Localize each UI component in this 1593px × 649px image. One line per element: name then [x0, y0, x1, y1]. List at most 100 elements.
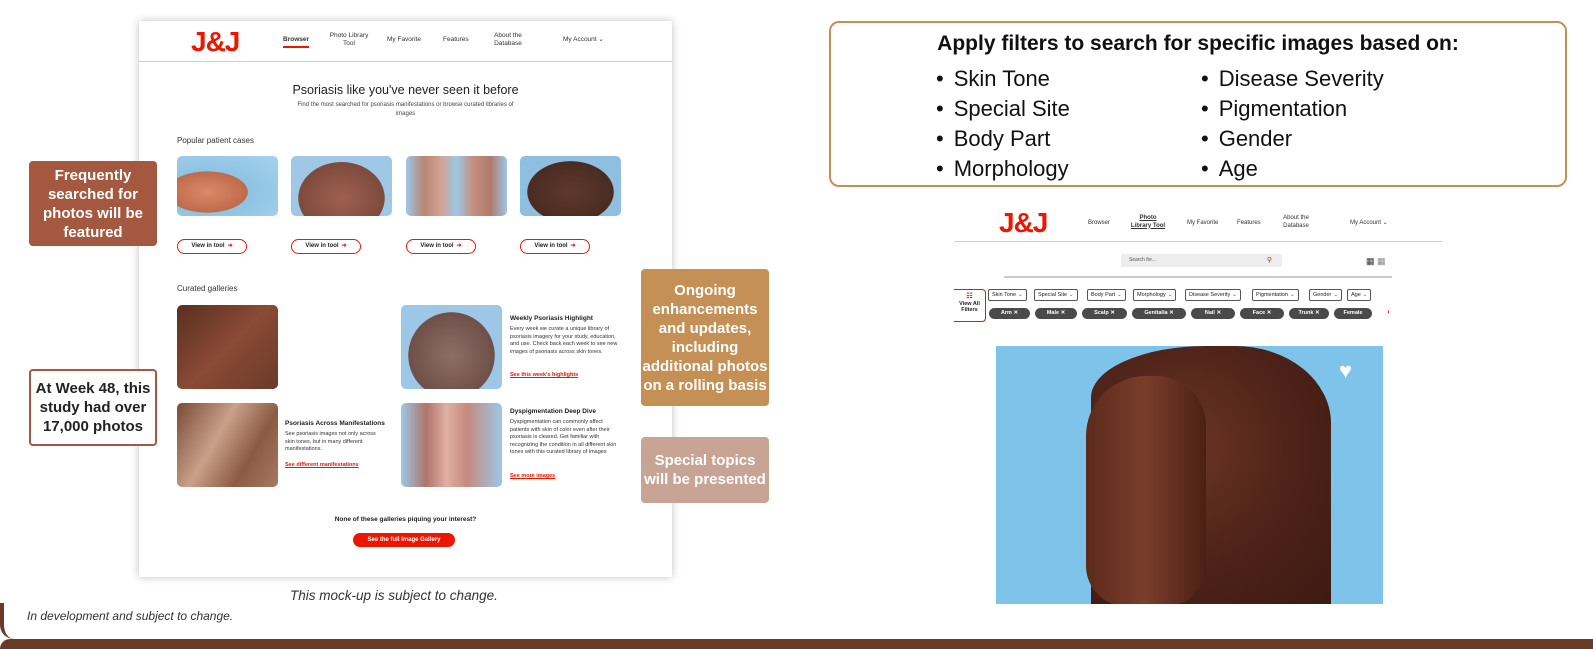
gallery-image-hand[interactable]	[177, 305, 278, 389]
active-filter-tag[interactable]: Face ✕	[1240, 308, 1284, 319]
tag-label: Male	[1046, 310, 1060, 316]
jnj-logo[interactable]: J&J	[191, 26, 240, 58]
filter-list-item: Skin Tone	[936, 64, 1070, 94]
view-in-tool-button[interactable]: View in tool ➔	[406, 239, 476, 254]
view-all-filters-button[interactable]: ☷ View All Filters	[954, 289, 986, 322]
gallery-image-leg[interactable]	[401, 403, 502, 487]
heart-icon[interactable]: ♥	[1339, 358, 1352, 384]
tag-label: Arm	[1000, 310, 1012, 316]
view-all-filters-label: View All Filters	[959, 300, 980, 314]
development-caption: In development and subject to change.	[27, 609, 234, 623]
close-icon[interactable]: ✕	[1217, 310, 1222, 316]
bottom-frame-border	[0, 603, 1593, 649]
top-nav: J&J Browser Photo Library Tool My Favori…	[139, 21, 672, 62]
close-icon[interactable]: ✕	[1169, 310, 1174, 316]
nav-features[interactable]: Features	[1237, 220, 1261, 228]
photo-library-mockup: J&J Browser Photo Library Tool My Favori…	[954, 205, 1442, 613]
dyspigmentation-link[interactable]: See more images	[510, 473, 555, 479]
view-in-tool-button[interactable]: View in tool ➔	[291, 239, 361, 254]
photo-subject-arm	[1086, 376, 1206, 604]
arrow-right-icon: ➔	[341, 243, 347, 249]
nav-my-favorite[interactable]: My Favorite	[1187, 220, 1218, 228]
homepage-mockup: J&J Browser Photo Library Tool My Favori…	[139, 21, 672, 577]
chevron-down-icon: ⌄	[1290, 292, 1295, 298]
filter-dropdown-disease-severity[interactable]: Disease Severity ⌄	[1185, 289, 1241, 301]
chevron-down-icon: ⌄	[1232, 292, 1237, 298]
filter-list-item: Body Part	[936, 124, 1070, 154]
tag-label: Genitalia	[1144, 310, 1168, 316]
patient-photo[interactable]: ♥	[996, 346, 1383, 604]
active-filter-tag[interactable]: Female	[1334, 308, 1372, 319]
nav-features[interactable]: Features	[443, 36, 469, 44]
active-filter-tag[interactable]: Arm ✕	[989, 308, 1030, 319]
weekly-highlight-title: Weekly Psoriasis Highlight	[510, 315, 593, 322]
filter-label: Pigmentation	[1256, 292, 1289, 298]
popular-case-image[interactable]	[177, 156, 278, 216]
filter-label: Disease Severity	[1189, 292, 1231, 298]
nav-photo-library-tool[interactable]: Photo Library Tool	[329, 32, 369, 48]
active-filter-tag[interactable]: Male ✕	[1035, 308, 1077, 319]
filter-dropdown-special-site[interactable]: Special Site ⌄	[1034, 289, 1078, 301]
manifestations-link[interactable]: See different manifestations	[285, 462, 359, 468]
nav-photo-library-tool[interactable]: Photo Library Tool	[1130, 215, 1166, 230]
close-icon[interactable]: ✕	[1267, 310, 1272, 316]
active-filter-tag[interactable]: Trunk ✕	[1289, 308, 1329, 319]
filter-label: Body Part	[1091, 292, 1116, 298]
filter-dropdown-age[interactable]: Age ⌄	[1347, 289, 1372, 301]
active-filter-tag[interactable]: Nail ✕	[1191, 308, 1235, 319]
dyspigmentation-title: Dyspigmentation Deep Dive	[510, 408, 596, 415]
close-icon[interactable]: ✕	[1061, 310, 1066, 316]
nav-browser[interactable]: Browser	[1088, 220, 1110, 228]
popular-case-image[interactable]	[406, 156, 507, 216]
filter-label: Skin Tone	[992, 292, 1017, 298]
filter-label: Age	[1351, 292, 1361, 298]
arrow-right-icon: ➔	[456, 243, 462, 249]
chevron-down-icon: ⌄	[1167, 292, 1173, 298]
search-input[interactable]: Search for... ⚲	[1121, 254, 1282, 267]
filters-info-title: Apply filters to search for specific ima…	[937, 32, 1459, 55]
search-icon[interactable]: ⚲	[1267, 254, 1272, 267]
active-filter-tag[interactable]: Genitalia ✕	[1132, 308, 1186, 319]
none-interest-text: None of these galleries piquing your int…	[334, 516, 477, 523]
close-icon[interactable]: ✕	[1110, 310, 1115, 316]
filter-dropdown-body-part[interactable]: Body Part ⌄	[1087, 289, 1126, 301]
view-in-tool-button[interactable]: View in tool ➔	[177, 239, 247, 254]
filter-dropdown-skin-tone[interactable]: Skin Tone ⌄	[988, 289, 1027, 301]
popular-heading: Popular patient cases	[177, 136, 254, 145]
filter-dropdown-pigmentation[interactable]: Pigmentation ⌄	[1252, 289, 1299, 301]
full-gallery-button[interactable]: See the full Image Gallery	[353, 533, 455, 547]
hero-title: Psoriasis like you've never seen it befo…	[292, 83, 519, 97]
chevron-down-icon: ⌄	[1117, 292, 1122, 298]
nav-my-favorite[interactable]: My Favorite	[387, 36, 421, 44]
close-icon[interactable]: ✕	[1315, 310, 1320, 316]
chevron-down-icon: ⌄	[1069, 292, 1074, 298]
nav-my-account[interactable]: My Account ⌄	[1350, 220, 1388, 228]
filter-dropdown-gender[interactable]: Gender ⌄	[1309, 289, 1342, 301]
close-icon[interactable]: ✕	[1013, 310, 1018, 316]
gallery-image-manifestations[interactable]	[177, 403, 278, 487]
nav-browser[interactable]: Browser	[283, 36, 309, 48]
filter-list-item: Pigmentation	[1201, 94, 1384, 124]
filter-label: Morphology	[1137, 292, 1166, 298]
filter-label: Special Site	[1038, 292, 1068, 298]
callout-special-topics: Special topics will be presented	[641, 437, 769, 503]
callout-ongoing-enhancements: Ongoing enhancements and updates, includ…	[641, 269, 769, 406]
nav-my-account[interactable]: My Account ⌄	[563, 36, 604, 44]
filter-list-item: Special Site	[936, 94, 1070, 124]
filter-dropdown-morphology[interactable]: Morphology ⌄	[1133, 289, 1177, 301]
nav-about-database[interactable]: About the Database	[1278, 215, 1314, 230]
filter-divider	[1004, 276, 1392, 278]
active-filter-tag[interactable]: Scalp ✕	[1082, 308, 1127, 319]
popular-case-image[interactable]	[291, 156, 392, 216]
chevron-right-icon[interactable]: ›	[1387, 307, 1390, 316]
jnj-logo[interactable]: J&J	[999, 207, 1048, 239]
view-in-tool-button[interactable]: View in tool ➔	[520, 239, 590, 254]
nav-about-database[interactable]: About the Database	[489, 32, 527, 48]
popular-case-image[interactable]	[520, 156, 621, 216]
manifestations-title: Psoriasis Across Manifestations	[285, 420, 385, 427]
tile-view-icon[interactable]: ▦	[1377, 256, 1386, 266]
weekly-highlight-link[interactable]: See this week's highlights	[510, 372, 578, 378]
gallery-image-back[interactable]	[401, 305, 502, 389]
grid-view-icon[interactable]: ▦ ▦	[1366, 256, 1386, 267]
filter-list-item: Morphology	[936, 154, 1070, 184]
